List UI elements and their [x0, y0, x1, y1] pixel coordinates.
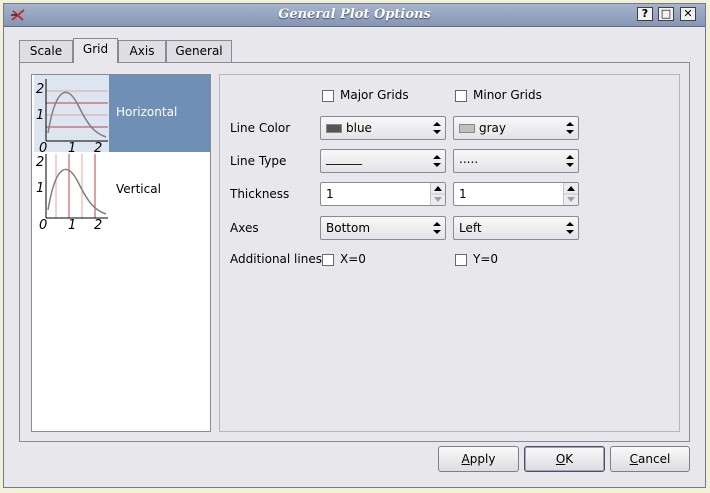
- vertical-grid-icon: 2 1 0 1 2: [34, 152, 109, 229]
- tab-grid[interactable]: Grid: [73, 38, 118, 63]
- updown-arrow-icon: [433, 122, 441, 134]
- horizontal-grid-icon: 2 1 0 1 2: [34, 75, 109, 152]
- cancel-button[interactable]: Cancel: [610, 446, 690, 472]
- selected-value: .....: [459, 152, 479, 166]
- window-title: General Plot Options: [278, 7, 431, 22]
- grid-settings-group: Major Grids Minor Grids Line Color blue …: [219, 74, 680, 432]
- minor-thickness-spinbox[interactable]: 1: [453, 182, 579, 206]
- line-type-label: Line Type: [230, 154, 287, 168]
- x-tick-0: 0: [39, 141, 47, 152]
- minor-grids-checkbox[interactable]: [455, 90, 467, 102]
- y-tick-1: 1: [36, 181, 44, 196]
- color-swatch: [326, 124, 342, 133]
- thickness-label: Thickness: [230, 187, 290, 201]
- tab-general[interactable]: General: [166, 40, 232, 62]
- additional-lines-label: Additional lines: [230, 252, 322, 266]
- y0-line-checkbox[interactable]: [455, 254, 467, 266]
- ok-mnemonic: O: [555, 452, 566, 466]
- x0-line-checkbox[interactable]: [322, 254, 334, 266]
- ok-label: K: [565, 452, 574, 466]
- x-tick-1: 1: [68, 218, 76, 229]
- list-item-label: Vertical: [116, 182, 161, 196]
- y-tick-2: 2: [36, 155, 44, 170]
- tab-scale[interactable]: Scale: [19, 40, 73, 62]
- minor-line-color-select[interactable]: gray: [453, 116, 579, 140]
- list-item-vertical[interactable]: 2 1 0 1 2 Vertical: [32, 152, 210, 229]
- y0-line-label: Y=0: [473, 252, 499, 266]
- maximize-button[interactable]: □: [658, 7, 674, 21]
- y-tick-2: 2: [36, 82, 44, 97]
- help-button[interactable]: ?: [637, 7, 653, 21]
- updown-arrow-icon: [433, 155, 441, 167]
- selected-value: Left: [459, 221, 482, 235]
- spin-arrows-icon[interactable]: [431, 183, 445, 205]
- minor-line-type-select[interactable]: .....: [453, 149, 579, 173]
- updown-arrow-icon: [566, 122, 574, 134]
- title-bar[interactable]: General Plot Options ? □ ✕: [4, 4, 705, 27]
- list-item-label: Horizontal: [116, 105, 178, 119]
- x0-line-label: X=0: [340, 252, 366, 266]
- major-axis-select[interactable]: Bottom: [320, 216, 446, 240]
- axes-label: Axes: [230, 221, 259, 235]
- y-tick-1: 1: [36, 108, 44, 123]
- selected-value: Bottom: [326, 221, 371, 235]
- ok-button[interactable]: OK: [524, 446, 605, 472]
- tab-axis[interactable]: Axis: [118, 40, 166, 62]
- list-item-horizontal[interactable]: 2 1 0 1 2 Horizontal: [32, 75, 210, 152]
- x-tick-2: 2: [94, 141, 102, 152]
- updown-arrow-icon: [566, 222, 574, 234]
- selected-value: blue: [346, 121, 372, 135]
- color-swatch: [459, 124, 475, 133]
- general-plot-options-dialog: General Plot Options ? □ ✕ Scale Grid Ax…: [3, 3, 706, 488]
- spin-arrows-icon[interactable]: [564, 183, 578, 205]
- apply-label: pply: [469, 452, 496, 466]
- axis-list[interactable]: 2 1 0 1 2 Horizontal 2 1 0 1 2 Vertical: [31, 74, 211, 432]
- major-line-color-select[interactable]: blue: [320, 116, 446, 140]
- line-color-label: Line Color: [230, 121, 291, 135]
- x-tick-0: 0: [39, 218, 47, 229]
- apply-mnemonic: A: [461, 452, 470, 466]
- selected-value: ______: [326, 151, 362, 165]
- cancel-mnemonic: C: [629, 452, 639, 466]
- selected-value: gray: [479, 121, 507, 135]
- updown-arrow-icon: [566, 155, 574, 167]
- close-button[interactable]: ✕: [680, 7, 696, 21]
- major-grids-label: Major Grids: [340, 88, 409, 102]
- minor-grids-label: Minor Grids: [473, 88, 542, 102]
- spinbox-value: 1: [326, 187, 334, 201]
- spinbox-value: 1: [459, 187, 467, 201]
- major-thickness-spinbox[interactable]: 1: [320, 182, 446, 206]
- cancel-label: ancel: [638, 452, 671, 466]
- spin-buttons[interactable]: [430, 183, 445, 205]
- updown-arrow-icon: [433, 222, 441, 234]
- grid-tab-panel: 2 1 0 1 2 Horizontal 2 1 0 1 2 Vertical …: [19, 62, 690, 442]
- spin-buttons[interactable]: [563, 183, 578, 205]
- x-tick-2: 2: [94, 218, 102, 229]
- minor-axis-select[interactable]: Left: [453, 216, 579, 240]
- apply-button[interactable]: Apply: [438, 446, 519, 472]
- major-grids-checkbox[interactable]: [322, 90, 334, 102]
- major-line-type-select[interactable]: ______: [320, 149, 446, 173]
- x-tick-1: 1: [68, 141, 76, 152]
